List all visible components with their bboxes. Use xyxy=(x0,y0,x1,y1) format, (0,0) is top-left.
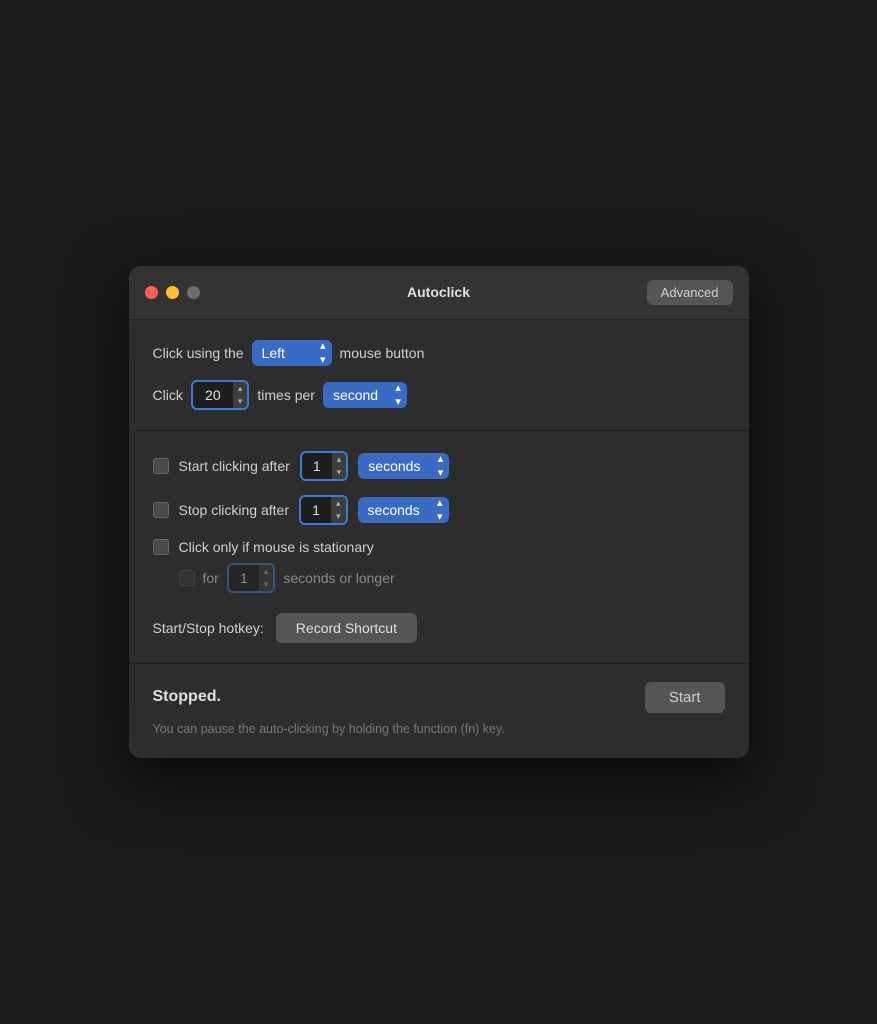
start-delay-stepper-buttons: ▴ ▾ xyxy=(332,453,347,479)
start-button[interactable]: Start xyxy=(645,682,725,713)
stop-delay-stepper: 1 ▴ ▾ xyxy=(299,495,348,525)
mouse-button-select[interactable]: Left Right Middle xyxy=(252,340,332,366)
timing-section: Start clicking after 1 ▴ ▾ seconds minut… xyxy=(129,431,749,664)
titlebar: Autoclick Advanced xyxy=(129,266,749,320)
using-prefix-label: Click using the xyxy=(153,345,244,361)
stationary-duration-input[interactable]: 1 xyxy=(229,565,259,591)
status-row: Stopped. Start xyxy=(153,682,725,713)
stop-delay-down-button[interactable]: ▾ xyxy=(331,510,346,523)
stop-unit-select[interactable]: seconds minutes hours xyxy=(358,497,449,523)
stationary-sub-row: for 1 ▴ ▾ seconds or longer xyxy=(179,563,725,593)
stop-clicking-label: Stop clicking after xyxy=(179,502,290,518)
start-clicking-label: Start clicking after xyxy=(179,458,290,474)
times-per-label: times per xyxy=(257,387,315,403)
stationary-sub-checkbox[interactable] xyxy=(179,570,195,586)
click-count-up-button[interactable]: ▴ xyxy=(233,382,248,395)
stop-delay-input[interactable]: 1 xyxy=(301,497,331,523)
start-clicking-checkbox[interactable] xyxy=(153,458,169,474)
traffic-lights xyxy=(145,286,200,299)
start-delay-up-button[interactable]: ▴ xyxy=(332,453,347,466)
click-count-input[interactable]: 20 xyxy=(193,382,233,408)
start-delay-down-button[interactable]: ▾ xyxy=(332,466,347,479)
stationary-label: Click only if mouse is stationary xyxy=(179,539,374,555)
main-window: Autoclick Advanced Click using the Left … xyxy=(129,266,749,759)
click-rate-row: Click 20 ▴ ▾ times per second minute ▴ ▾ xyxy=(153,380,725,410)
record-shortcut-button[interactable]: Record Shortcut xyxy=(276,613,417,643)
window-title: Autoclick xyxy=(407,284,470,300)
stationary-duration-up-button[interactable]: ▴ xyxy=(259,565,274,578)
stop-delay-stepper-buttons: ▴ ▾ xyxy=(331,497,346,523)
start-clicking-row: Start clicking after 1 ▴ ▾ seconds minut… xyxy=(153,451,725,481)
stationary-row: Click only if mouse is stationary xyxy=(153,539,725,555)
click-count-down-button[interactable]: ▾ xyxy=(233,395,248,408)
stop-delay-up-button[interactable]: ▴ xyxy=(331,497,346,510)
start-delay-stepper: 1 ▴ ▾ xyxy=(300,451,349,481)
frequency-select[interactable]: second minute xyxy=(323,382,407,408)
advanced-button[interactable]: Advanced xyxy=(647,280,733,305)
click-prefix-label: Click xyxy=(153,387,183,403)
stop-clicking-checkbox[interactable] xyxy=(153,502,169,518)
stationary-checkbox[interactable] xyxy=(153,539,169,555)
start-delay-input[interactable]: 1 xyxy=(302,453,332,479)
frequency-select-wrapper: second minute ▴ ▾ xyxy=(323,382,407,408)
click-settings-section: Click using the Left Right Middle ▴ ▾ mo… xyxy=(129,320,749,431)
stationary-duration-down-button[interactable]: ▾ xyxy=(259,578,274,591)
minimize-button[interactable] xyxy=(166,286,179,299)
stop-unit-select-wrapper: seconds minutes hours ▴ ▾ xyxy=(358,497,449,523)
for-label: for xyxy=(203,570,219,586)
click-count-stepper-buttons: ▴ ▾ xyxy=(233,382,248,408)
start-unit-select[interactable]: seconds minutes hours xyxy=(358,453,449,479)
status-text: Stopped. xyxy=(153,688,221,706)
maximize-button[interactable] xyxy=(187,286,200,299)
stationary-suffix-label: seconds or longer xyxy=(283,570,394,586)
hotkey-label: Start/Stop hotkey: xyxy=(153,620,264,636)
using-suffix-label: mouse button xyxy=(340,345,425,361)
start-unit-select-wrapper: seconds minutes hours ▴ ▾ xyxy=(358,453,449,479)
status-section: Stopped. Start You can pause the auto-cl… xyxy=(129,664,749,759)
mouse-button-row: Click using the Left Right Middle ▴ ▾ mo… xyxy=(153,340,725,366)
stop-clicking-row: Stop clicking after 1 ▴ ▾ seconds minute… xyxy=(153,495,725,525)
stationary-duration-stepper-buttons: ▴ ▾ xyxy=(259,565,274,591)
click-count-stepper: 20 ▴ ▾ xyxy=(191,380,250,410)
stationary-duration-stepper: 1 ▴ ▾ xyxy=(227,563,276,593)
hint-text: You can pause the auto-clicking by holdi… xyxy=(153,721,725,739)
mouse-button-select-wrapper: Left Right Middle ▴ ▾ xyxy=(252,340,332,366)
hotkey-row: Start/Stop hotkey: Record Shortcut xyxy=(153,613,725,643)
close-button[interactable] xyxy=(145,286,158,299)
